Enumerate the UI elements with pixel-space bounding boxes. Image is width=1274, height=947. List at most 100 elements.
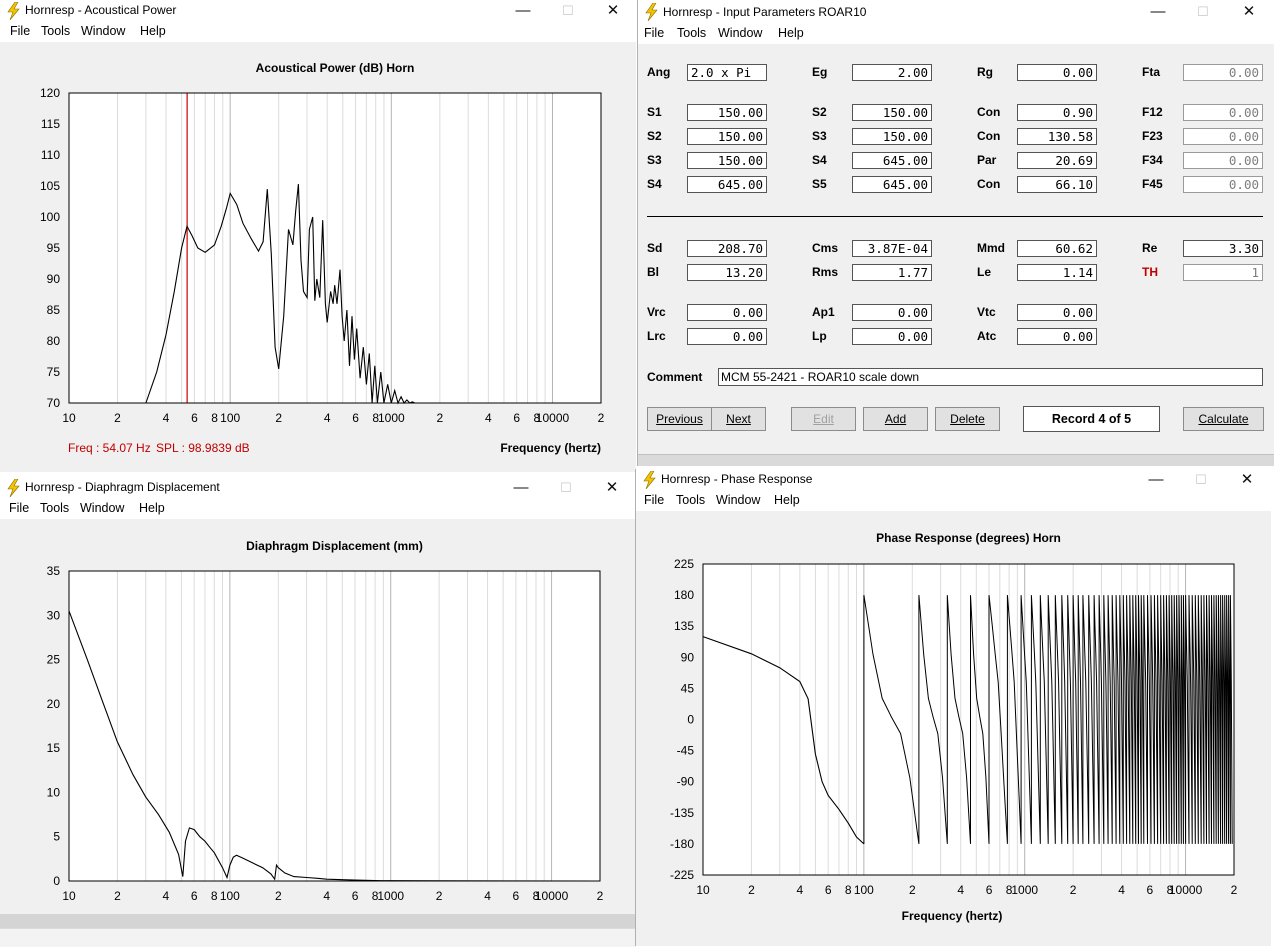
param-label-ap1: Ap1 xyxy=(812,305,835,319)
param-field-vtc[interactable]: 0.00 xyxy=(1017,304,1097,321)
divider xyxy=(647,216,1263,217)
x-tick-label: 4 xyxy=(957,883,964,897)
param-field-s4[interactable]: 645.00 xyxy=(852,152,932,169)
bottom-scrollbar[interactable] xyxy=(0,914,636,928)
x-tick-label: 1000 xyxy=(378,411,405,425)
minimize-button[interactable]: — xyxy=(500,0,546,22)
menu-window[interactable]: Window xyxy=(718,26,762,40)
param-field-vrc[interactable]: 0.00 xyxy=(687,304,767,321)
title-bar[interactable]: Hornresp - Diaphragm Displacement — ☐ ✕ xyxy=(0,477,636,499)
close-button[interactable]: ✕ xyxy=(590,0,636,22)
x-tick-label: 6 xyxy=(191,411,198,425)
param-field-s3[interactable]: 150.00 xyxy=(687,152,767,169)
menu-file[interactable]: File xyxy=(644,26,664,40)
menu-file[interactable]: File xyxy=(644,493,664,507)
param-field-con[interactable]: 0.90 xyxy=(1017,104,1097,121)
param-label-con: Con xyxy=(977,129,1001,143)
menu-help[interactable]: Help xyxy=(774,493,800,507)
phase-response-chart[interactable]: Phase Response (degrees) Horn -225 -180 -13… xyxy=(636,511,1271,946)
minimize-button[interactable]: — xyxy=(1135,1,1181,23)
param-field-s3[interactable]: 150.00 xyxy=(852,128,932,145)
acoustical-power-chart[interactable]: Acoustical Power (dB) Horn 70 75 80 85 90 95 10… xyxy=(0,42,636,472)
calculate-button[interactable]: Calculate xyxy=(1183,407,1264,431)
param-field-s5[interactable]: 645.00 xyxy=(852,176,932,193)
next-button[interactable]: Next xyxy=(711,407,766,431)
param-field-par[interactable]: 20.69 xyxy=(1017,152,1097,169)
param-field-th[interactable]: 1 xyxy=(1183,264,1263,281)
y-tick-label: 0 xyxy=(687,713,694,727)
param-field-fta[interactable]: 0.00 xyxy=(1183,64,1263,81)
edit-button[interactable]: Edit xyxy=(791,407,856,431)
hornresp-lightning-icon xyxy=(643,471,656,489)
param-field-sd[interactable]: 208.70 xyxy=(687,240,767,257)
param-label-sd: Sd xyxy=(647,241,663,255)
maximize-button[interactable]: ☐ xyxy=(1178,469,1224,491)
title-bar[interactable]: Hornresp - Acoustical Power — ☐ ✕ xyxy=(0,0,636,22)
menu-help[interactable]: Help xyxy=(778,26,804,40)
comment-field[interactable]: MCM 55-2421 - ROAR10 scale down xyxy=(718,368,1263,386)
menu-tools[interactable]: Tools xyxy=(40,501,69,515)
delete-button[interactable]: Delete xyxy=(935,407,1000,431)
menu-window[interactable]: Window xyxy=(81,24,125,38)
param-field-mmd[interactable]: 60.62 xyxy=(1017,240,1097,257)
horizontal-scrollbar[interactable] xyxy=(638,454,1274,466)
close-button[interactable]: ✕ xyxy=(589,477,635,499)
param-field-rg[interactable]: 0.00 xyxy=(1017,64,1097,81)
title-bar[interactable]: Hornresp - Phase Response — ☐ ✕ xyxy=(636,469,1271,491)
param-field-atc[interactable]: 0.00 xyxy=(1017,328,1097,345)
param-field-f12[interactable]: 0.00 xyxy=(1183,104,1263,121)
menu-file[interactable]: File xyxy=(9,501,29,515)
menu-tools[interactable]: Tools xyxy=(676,493,705,507)
phase-curve-wrapped xyxy=(863,595,1233,844)
param-field-eg[interactable]: 2.00 xyxy=(852,64,932,81)
diaphragm-displacement-chart[interactable]: Diaphragm Displacement (mm) 0 5 10 15 20 25 30 3… xyxy=(0,519,636,914)
y-tick-label: 75 xyxy=(47,365,61,379)
param-field-le[interactable]: 1.14 xyxy=(1017,264,1097,281)
minimize-button[interactable]: — xyxy=(1133,469,1179,491)
param-field-re[interactable]: 3.30 xyxy=(1183,240,1263,257)
param-field-s2[interactable]: 150.00 xyxy=(852,104,932,121)
minimize-button[interactable]: — xyxy=(498,477,544,499)
param-field-f23[interactable]: 0.00 xyxy=(1183,128,1263,145)
y-tick-label: 120 xyxy=(40,86,60,100)
maximize-button[interactable]: ☐ xyxy=(1180,1,1226,23)
x-tick-label: 10 xyxy=(62,411,76,425)
param-field-rms[interactable]: 1.77 xyxy=(852,264,932,281)
param-field-s1[interactable]: 150.00 xyxy=(687,104,767,121)
menu-tools[interactable]: Tools xyxy=(41,24,70,38)
param-label-s3: S3 xyxy=(812,129,827,143)
param-field-lrc[interactable]: 0.00 xyxy=(687,328,767,345)
maximize-button[interactable]: ☐ xyxy=(543,477,589,499)
chart-title: Phase Response (degrees) Horn xyxy=(876,531,1061,545)
close-button[interactable]: ✕ xyxy=(1226,1,1272,23)
param-field-con[interactable]: 66.10 xyxy=(1017,176,1097,193)
title-bar[interactable]: Hornresp - Input Parameters ROAR10 — ☐ ✕ xyxy=(638,0,1274,24)
param-field-con[interactable]: 130.58 xyxy=(1017,128,1097,145)
close-button[interactable]: ✕ xyxy=(1224,469,1270,491)
menu-file[interactable]: File xyxy=(10,24,30,38)
param-field-bl[interactable]: 13.20 xyxy=(687,264,767,281)
param-field-ap1[interactable]: 0.00 xyxy=(852,304,932,321)
param-field-lp[interactable]: 0.00 xyxy=(852,328,932,345)
param-field-f45[interactable]: 0.00 xyxy=(1183,176,1263,193)
menu-window[interactable]: Window xyxy=(716,493,760,507)
maximize-button[interactable]: ☐ xyxy=(545,0,591,22)
x-tick-label: 10000 xyxy=(535,889,569,903)
menu-help[interactable]: Help xyxy=(140,24,166,38)
x-tick-label: 8 xyxy=(845,883,852,897)
param-field-ang[interactable]: 2.0 x Pi xyxy=(687,64,767,81)
add-button[interactable]: Add xyxy=(863,407,928,431)
x-tick-label: 2 xyxy=(748,883,755,897)
menu-window[interactable]: Window xyxy=(80,501,124,515)
menu-help[interactable]: Help xyxy=(139,501,165,515)
x-tick-label: 100 xyxy=(220,889,240,903)
menu-tools[interactable]: Tools xyxy=(677,26,706,40)
param-field-f34[interactable]: 0.00 xyxy=(1183,152,1263,169)
x-tick-label: 6 xyxy=(352,411,359,425)
previous-button[interactable]: Previous xyxy=(647,407,712,431)
param-field-cms[interactable]: 3.87E-04 xyxy=(852,240,932,257)
param-field-s2[interactable]: 150.00 xyxy=(687,128,767,145)
param-field-s4[interactable]: 645.00 xyxy=(687,176,767,193)
x-tick-label: 2 xyxy=(114,889,121,903)
x-tick-label: 6 xyxy=(1147,883,1154,897)
